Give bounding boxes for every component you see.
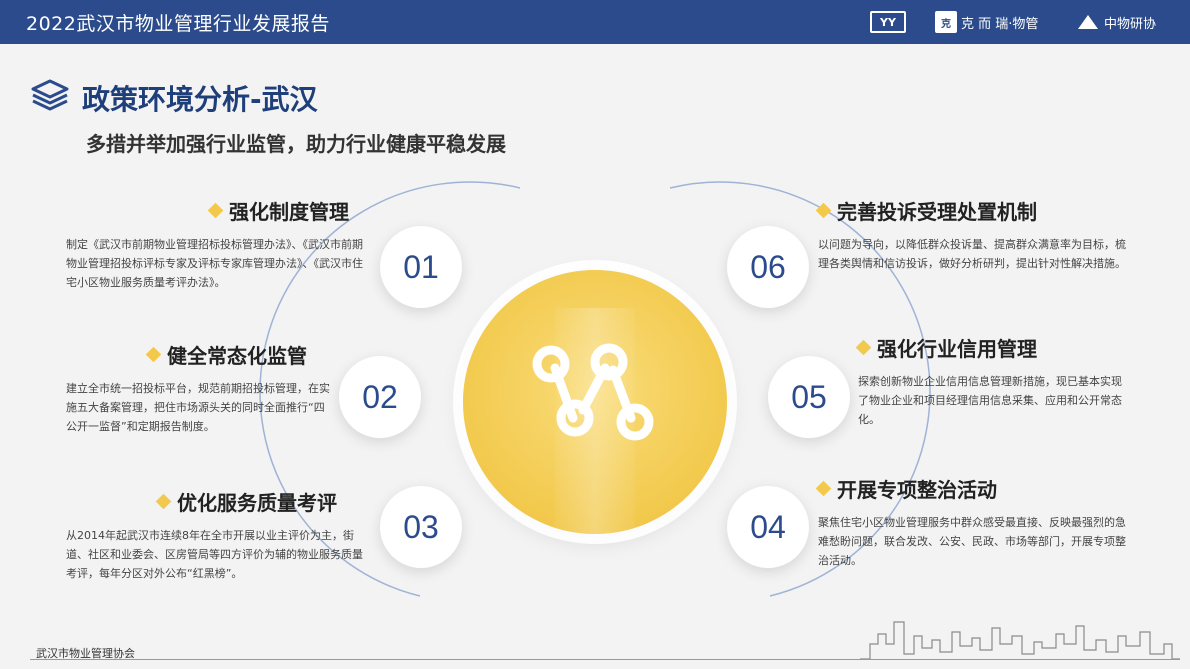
number-badge-06: 06 [727, 226, 809, 308]
diamond-icon [815, 480, 832, 497]
diamond-icon [145, 346, 162, 363]
item-body: 建立全市统一招投标平台，规范前期招投标管理，在实施五大备案管理，把住市场源头关的… [66, 382, 330, 433]
number-badge-05: 05 [768, 356, 850, 438]
item-body: 从2014年起武汉市连续8年在全市开展以业主评价为主，街道、社区和业委会、区房管… [66, 529, 363, 580]
item-title: 健全常态化监管 [167, 344, 307, 368]
item-body: 探索创新物业企业信用信息管理新措施，现已基本实现了物业企业和项目经理信用信息采集… [858, 375, 1122, 426]
footer-divider [30, 659, 1180, 660]
diamond-icon [815, 202, 832, 219]
item-block-02: 健全常态化监管 建立全市统一招投标平台，规范前期招投标管理，在实施五大备案管理，… [66, 340, 334, 436]
item-title: 优化服务质量考评 [177, 491, 337, 515]
number-badge-02: 02 [339, 356, 421, 438]
item-heading: 健全常态化监管 [66, 340, 334, 369]
item-block-04: 开展专项整治活动 聚焦住宅小区物业管理服务中群众感受最直接、反映最强烈的急难愁盼… [815, 474, 1128, 570]
diamond-icon [855, 339, 872, 356]
item-block-01: 强化制度管理 制定《武汉市前期物业管理招标投标管理办法》、《武汉市前期物业管理招… [66, 196, 372, 292]
item-heading: 优化服务质量考评 [66, 487, 372, 516]
center-graphic [463, 270, 727, 534]
item-title: 开展专项整治活动 [837, 478, 997, 502]
item-body: 聚焦住宅小区物业管理服务中群众感受最直接、反映最强烈的急难愁盼问题，联合发改、公… [818, 516, 1126, 567]
item-block-06: 完善投诉受理处置机制 以问题为导向，以降低群众投诉量、提高群众满意率为目标，梳理… [815, 196, 1128, 273]
item-title: 完善投诉受理处置机制 [837, 200, 1037, 224]
item-block-03: 优化服务质量考评 从2014年起武汉市连续8年在全市开展以业主评价为主，街道、社… [66, 487, 372, 583]
number-badge-03: 03 [380, 486, 462, 568]
item-body: 制定《武汉市前期物业管理招标投标管理办法》、《武汉市前期物业管理招投标评标专家及… [66, 238, 363, 289]
diamond-icon [207, 202, 224, 219]
number-badge-04: 04 [727, 486, 809, 568]
item-title: 强化行业信用管理 [877, 337, 1037, 361]
skyline-decoration [860, 621, 1180, 660]
network-node-icon [532, 343, 654, 441]
number-badge-01: 01 [380, 226, 462, 308]
item-heading: 强化行业信用管理 [855, 333, 1128, 362]
item-title: 强化制度管理 [229, 200, 349, 224]
item-heading: 完善投诉受理处置机制 [815, 196, 1128, 225]
item-body: 以问题为导向，以降低群众投诉量、提高群众满意率为目标，梳理各类舆情和信访投诉，做… [818, 238, 1126, 270]
item-heading: 开展专项整治活动 [815, 474, 1128, 503]
item-block-05: 强化行业信用管理 探索创新物业企业信用信息管理新措施，现已基本实现了物业企业和项… [855, 333, 1128, 429]
item-heading: 强化制度管理 [66, 196, 372, 225]
diamond-icon [155, 493, 172, 510]
